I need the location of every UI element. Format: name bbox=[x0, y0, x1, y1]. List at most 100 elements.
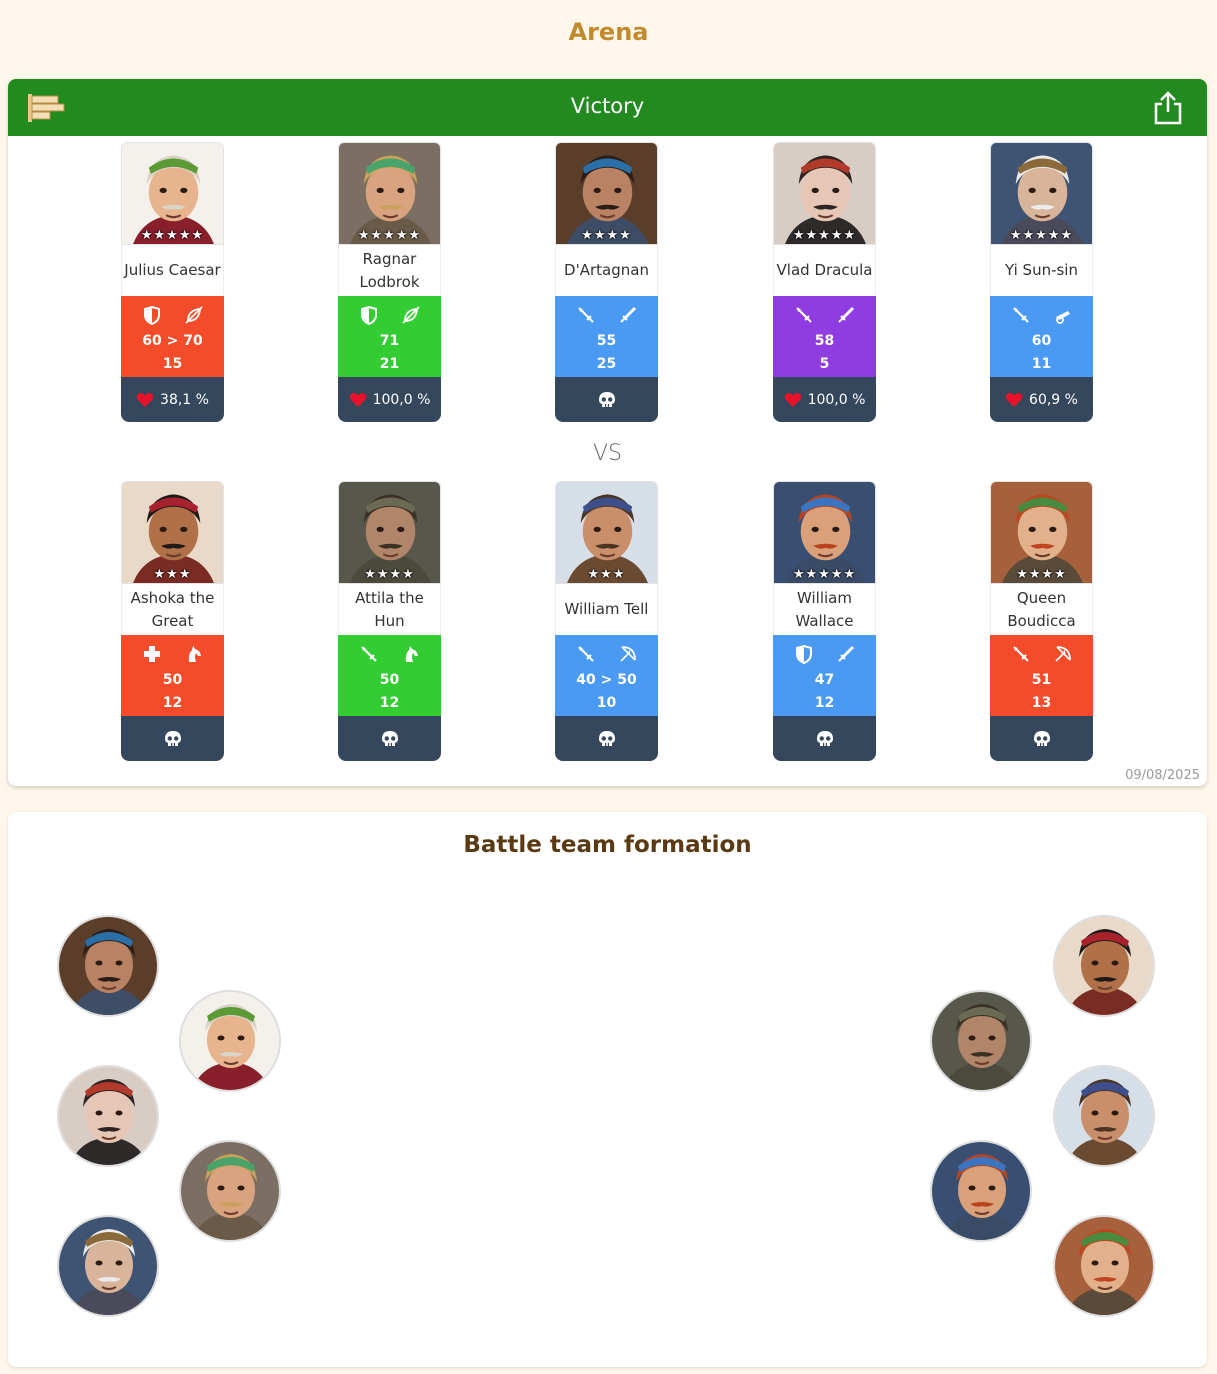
hero-face-image bbox=[181, 1142, 279, 1240]
battle-result-card: Victory ★★★★★ Julius Caesar 60 > 70 15 3… bbox=[8, 79, 1207, 786]
hero-stars: ★★★★ bbox=[581, 228, 632, 243]
slashed-leaf-icon bbox=[401, 305, 421, 325]
bow-icon bbox=[618, 644, 638, 664]
right-formation-slot[interactable] bbox=[1053, 1215, 1155, 1317]
attacker-hero-card[interactable]: ★★★★★ Vlad Dracula 58 5 100,0 % bbox=[773, 142, 876, 422]
hero-power: 60 bbox=[1031, 333, 1052, 349]
cannon-icon bbox=[1053, 305, 1073, 325]
hero-stats: 60 > 70 15 bbox=[121, 296, 224, 377]
right-formation-slot[interactable] bbox=[1053, 1065, 1155, 1167]
hero-status bbox=[121, 716, 224, 761]
heart-icon bbox=[136, 392, 154, 407]
hero-level: 21 bbox=[379, 356, 400, 372]
attacker-hero-card[interactable]: ★★★★★ Yi Sun-sin 60 11 60,9 % bbox=[990, 142, 1093, 422]
left-formation-slot[interactable] bbox=[57, 915, 159, 1017]
defender-hero-card[interactable]: ★★★★★ William Wallace 47 12 bbox=[773, 481, 876, 761]
bow-icon bbox=[1053, 644, 1073, 664]
hero-power: 50 bbox=[379, 672, 400, 688]
left-formation-slot[interactable] bbox=[57, 1215, 159, 1317]
hero-health: 60,9 % bbox=[1029, 391, 1078, 408]
hero-portrait[interactable]: ★★★★ bbox=[338, 481, 441, 584]
hero-stars: ★★★★ bbox=[1016, 567, 1067, 582]
hero-face-image bbox=[1055, 1217, 1153, 1315]
hero-portrait[interactable]: ★★★★★ bbox=[338, 142, 441, 245]
left-formation-slot[interactable] bbox=[179, 1140, 281, 1242]
right-formation-slot[interactable] bbox=[930, 990, 1032, 1092]
shield-icon bbox=[794, 644, 814, 665]
hero-stats: 50 12 bbox=[338, 635, 441, 716]
hero-name: D'Artagnan bbox=[555, 245, 658, 296]
hero-portrait[interactable]: ★★★ bbox=[555, 481, 658, 584]
hero-level: 12 bbox=[379, 695, 400, 711]
left-formation-slot[interactable] bbox=[179, 990, 281, 1092]
hero-power: 60 > 70 bbox=[142, 333, 203, 349]
hero-power: 47 bbox=[814, 672, 835, 688]
crossed-swords-icon bbox=[794, 305, 814, 325]
hero-face-image bbox=[181, 992, 279, 1090]
right-formation-slot[interactable] bbox=[930, 1140, 1032, 1242]
hero-portrait[interactable]: ★★★★★ bbox=[990, 142, 1093, 245]
hero-stars: ★★★★★ bbox=[792, 228, 857, 243]
hero-health: 100,0 % bbox=[807, 391, 866, 408]
attacker-hero-card[interactable]: ★★★★★ Julius Caesar 60 > 70 15 38,1 % bbox=[121, 142, 224, 422]
crossed-swords-icon bbox=[359, 644, 379, 664]
vs-label: VS bbox=[592, 441, 622, 466]
share-button[interactable] bbox=[1151, 90, 1185, 126]
hero-face-image bbox=[932, 1142, 1030, 1240]
shield-icon bbox=[359, 305, 379, 326]
hero-stars: ★★★ bbox=[587, 567, 626, 582]
hero-portrait[interactable]: ★★★★★ bbox=[121, 142, 224, 245]
skull-icon bbox=[816, 730, 833, 746]
sword-icon bbox=[836, 644, 856, 664]
hero-status: 60,9 % bbox=[990, 377, 1093, 422]
hero-power: 51 bbox=[1031, 672, 1052, 688]
hero-level: 13 bbox=[1031, 695, 1052, 711]
defender-hero-card[interactable]: ★★★ Ashoka the Great 50 12 bbox=[121, 481, 224, 761]
hero-status bbox=[990, 716, 1093, 761]
defender-hero-card[interactable]: ★★★★ Attila the Hun 50 12 bbox=[338, 481, 441, 761]
hero-level: 25 bbox=[596, 356, 617, 372]
crossed-swords-icon bbox=[1011, 644, 1031, 664]
hero-level: 10 bbox=[596, 695, 617, 711]
hero-name: Yi Sun-sin bbox=[990, 245, 1093, 296]
hero-face-image bbox=[1055, 1067, 1153, 1165]
hero-power: 58 bbox=[814, 333, 835, 349]
hero-health: 38,1 % bbox=[160, 391, 209, 408]
attacker-hero-card[interactable]: ★★★★★ Ragnar Lodbrok 71 21 100,0 % bbox=[338, 142, 441, 422]
defender-hero-card[interactable]: ★★★★ Queen Boudicca 51 13 bbox=[990, 481, 1093, 761]
hero-portrait[interactable]: ★★★★ bbox=[990, 481, 1093, 584]
defender-hero-card[interactable]: ★★★ William Tell 40 > 50 10 bbox=[555, 481, 658, 761]
left-formation-slot[interactable] bbox=[57, 1065, 159, 1167]
hero-stats: 71 21 bbox=[338, 296, 441, 377]
hero-portrait[interactable]: ★★★ bbox=[121, 481, 224, 584]
hero-health: 100,0 % bbox=[372, 391, 431, 408]
skull-icon bbox=[381, 730, 398, 746]
skull-icon bbox=[598, 391, 615, 407]
sword-icon bbox=[836, 305, 856, 325]
hero-status bbox=[773, 716, 876, 761]
crossed-swords-icon bbox=[576, 305, 596, 325]
hero-portrait[interactable]: ★★★★★ bbox=[773, 142, 876, 245]
hero-stats: 55 25 bbox=[555, 296, 658, 377]
hero-portrait[interactable]: ★★★★ bbox=[555, 142, 658, 245]
hero-stars: ★★★★★ bbox=[1009, 228, 1074, 243]
page-title: Arena bbox=[568, 18, 649, 46]
hero-level: 15 bbox=[162, 356, 183, 372]
hero-status: 100,0 % bbox=[338, 377, 441, 422]
hero-stats: 51 13 bbox=[990, 635, 1093, 716]
hero-name: Vlad Dracula bbox=[773, 245, 876, 296]
slashed-leaf-icon bbox=[184, 305, 204, 325]
hero-portrait[interactable]: ★★★★★ bbox=[773, 481, 876, 584]
right-formation-slot[interactable] bbox=[1053, 915, 1155, 1017]
hero-stars: ★★★★★ bbox=[140, 228, 205, 243]
hero-name: Attila the Hun bbox=[338, 584, 441, 635]
hero-face-image bbox=[932, 992, 1030, 1090]
defending-team: ★★★ Ashoka the Great 50 12 ★★★★ Attila t… bbox=[8, 481, 1207, 763]
share-icon bbox=[1154, 91, 1182, 125]
hero-level: 5 bbox=[819, 356, 830, 372]
hero-stats: 60 11 bbox=[990, 296, 1093, 377]
hero-name: Ragnar Lodbrok bbox=[338, 245, 441, 296]
formation-title: Battle team formation bbox=[463, 832, 752, 858]
attacker-hero-card[interactable]: ★★★★ D'Artagnan 55 25 bbox=[555, 142, 658, 422]
hero-power: 71 bbox=[379, 333, 400, 349]
